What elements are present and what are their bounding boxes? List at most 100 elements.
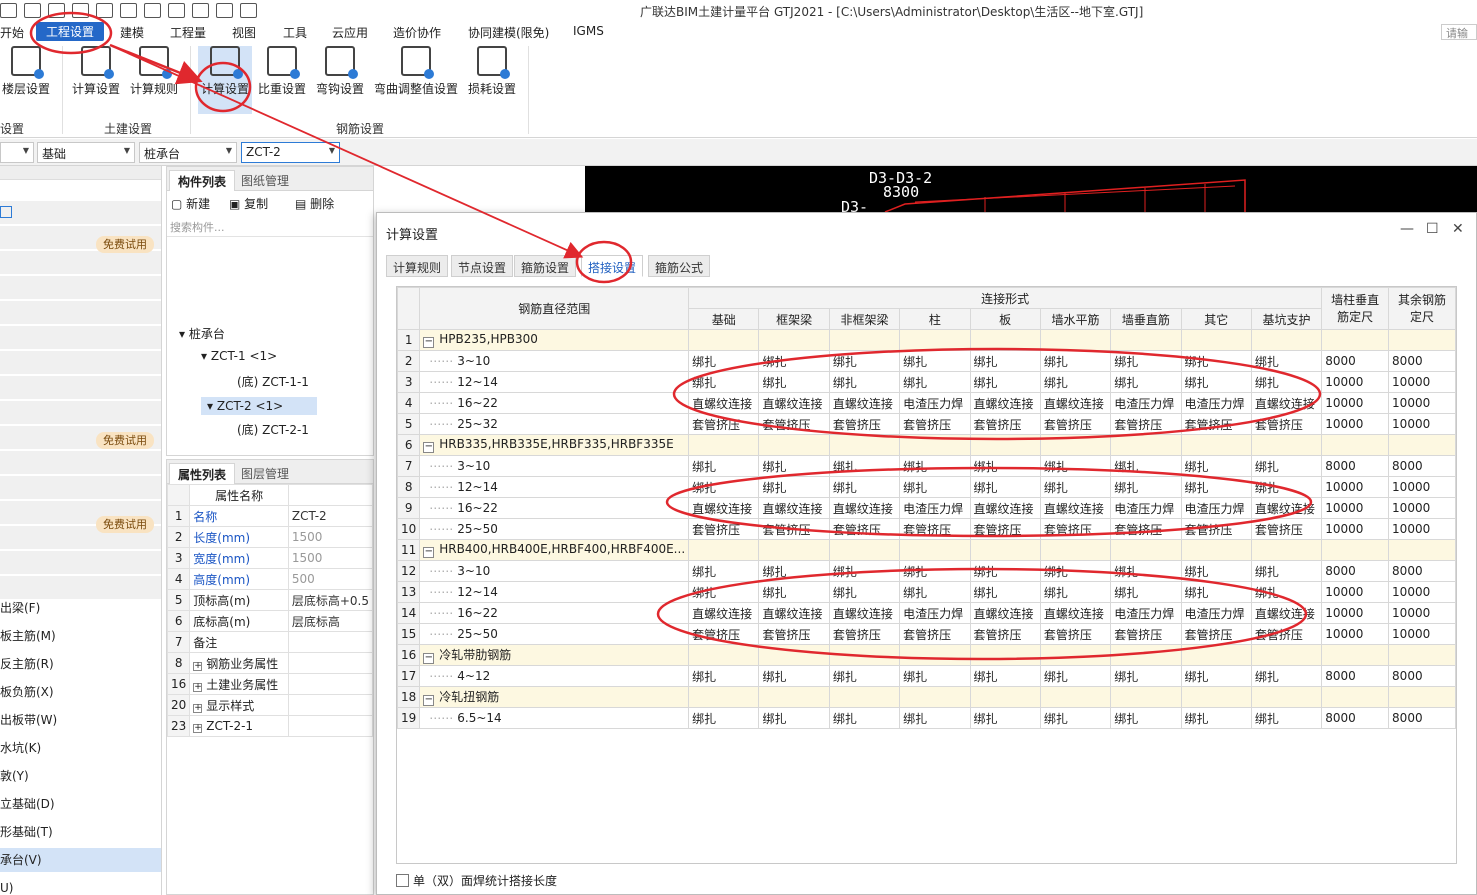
grid-cell[interactable]: 绑扎 (828, 581, 901, 603)
sum-icon[interactable] (120, 3, 137, 18)
diameter-row[interactable]: 9 ⋯⋯ 16~22 直螺纹连接 直螺纹连接 直螺纹连接 电渣压力焊 直螺纹连接 直螺纹连接 电渣… (397, 497, 1456, 519)
grid-cell[interactable]: 10000 (1388, 392, 1456, 414)
grid-cell[interactable]: 绑扎 (758, 371, 830, 393)
open-file-icon[interactable] (24, 3, 41, 18)
left-nav-bar-2[interactable] (0, 251, 161, 275)
menu-2[interactable]: 建模 (120, 24, 144, 41)
selector-2[interactable]: 桩承台 ▼ (139, 142, 237, 163)
left-nav-bar-11[interactable] (0, 476, 161, 500)
left-nav-bar-0[interactable] (0, 201, 161, 225)
grid-cell[interactable] (899, 329, 971, 351)
grid-cell[interactable] (758, 434, 830, 456)
menu-7[interactable]: 造价协作 (393, 24, 441, 41)
left-nav-bar-7[interactable] (0, 376, 161, 400)
grid-cell[interactable]: 绑扎 (969, 476, 1041, 498)
collapse-icon[interactable]: − (423, 653, 435, 664)
grid-cell[interactable] (1388, 539, 1456, 561)
grid-cell[interactable]: 绑扎 (1039, 455, 1112, 477)
grid-cell[interactable] (1388, 644, 1456, 666)
save-icon[interactable] (48, 3, 65, 18)
grid-cell[interactable] (1039, 434, 1112, 456)
grid-cell[interactable] (1039, 539, 1112, 561)
property-row-name[interactable]: 高度(mm) (189, 568, 289, 590)
grid-cell[interactable]: 绑扎 (1250, 350, 1323, 372)
grid-cell[interactable]: 直螺纹连接 (1250, 497, 1323, 519)
row-label-cell[interactable]: ⋯⋯ 3~10 (419, 455, 690, 477)
grid-cell[interactable]: 绑扎 (758, 581, 830, 603)
grid-cell[interactable]: 绑扎 (899, 350, 971, 372)
grid-cell[interactable]: 8000 (1388, 665, 1456, 687)
grid-cell[interactable]: 绑扎 (688, 560, 760, 582)
diameter-row[interactable]: 7 ⋯⋯ 3~10 绑扎 绑扎 绑扎 绑扎 绑扎 绑扎 绑扎 绑扎 绑扎 8000 8000 (397, 455, 1456, 477)
chevron-down-icon[interactable]: ▾ (201, 349, 211, 363)
grid-cell[interactable]: 直螺纹连接 (758, 392, 830, 414)
diameter-row[interactable]: 17 ⋯⋯ 4~12 绑扎 绑扎 绑扎 绑扎 绑扎 绑扎 绑扎 绑扎 绑扎 8000 8000 (397, 665, 1456, 687)
grid-cell[interactable]: 绑扎 (828, 476, 901, 498)
grid-cell[interactable] (969, 329, 1041, 351)
row-label-cell[interactable]: − 冷轧带肋钢筋 (419, 644, 690, 666)
collapse-icon[interactable]: − (423, 337, 435, 348)
row-label-cell[interactable]: ⋯⋯ 25~50 (419, 518, 690, 540)
row-label-cell[interactable]: ⋯⋯ 4~12 (419, 665, 690, 687)
grid-cell[interactable]: 电渣压力焊 (1110, 392, 1182, 414)
chevron-down-icon[interactable]: ▾ (207, 399, 217, 413)
grid-cell[interactable] (688, 434, 760, 456)
tree-node-1[interactable]: ▾ ZCT-1 <1> (201, 349, 277, 363)
grid-cell[interactable]: 8000 (1388, 560, 1456, 582)
property-row-name[interactable]: 底标高(m) (189, 610, 289, 632)
tab-property-list[interactable]: 属性列表 (169, 463, 236, 484)
grid-cell[interactable]: 8000 (1321, 455, 1390, 477)
grid-cell[interactable]: 直螺纹连接 (1039, 497, 1112, 519)
grid-cell[interactable]: 绑扎 (688, 476, 760, 498)
ribbon-button-3[interactable]: 计算设置 (198, 46, 253, 114)
grid-cell[interactable]: 8000 (1388, 707, 1456, 729)
grid-cell[interactable]: 绑扎 (899, 476, 971, 498)
grid-cell[interactable] (1039, 644, 1112, 666)
grid-cell[interactable]: 8000 (1321, 707, 1390, 729)
export-icon[interactable] (240, 3, 257, 18)
grid-cell[interactable]: 绑扎 (828, 350, 901, 372)
expand-icon[interactable]: + (193, 682, 203, 692)
grid-cell[interactable]: 套管挤压 (828, 413, 901, 435)
grid-cell[interactable]: 套管挤压 (1110, 623, 1182, 645)
menu-1[interactable]: 工程设置 (36, 22, 105, 41)
grid-cell[interactable]: 绑扎 (1110, 350, 1182, 372)
grid-cell[interactable]: 8000 (1321, 350, 1390, 372)
grid-cell[interactable]: 绑扎 (758, 665, 830, 687)
menu-8[interactable]: 协同建模(限免) (468, 24, 549, 41)
tab-layer-management[interactable]: 图层管理 (233, 463, 297, 484)
diameter-row[interactable]: 10 ⋯⋯ 25~50 套管挤压 套管挤压 套管挤压 套管挤压 套管挤压 套管挤压 套管挤压 套管挤… (397, 518, 1456, 540)
grid-cell[interactable] (828, 329, 901, 351)
close-icon[interactable]: ✕ (1452, 221, 1464, 237)
expand-icon[interactable]: + (193, 661, 203, 671)
left-nav-item-6[interactable]: 敦(Y) (0, 764, 161, 788)
menu-5[interactable]: 工具 (283, 24, 307, 41)
grid-cell[interactable]: 绑扎 (1250, 581, 1323, 603)
left-nav-item-2[interactable]: 反主筋(R) (0, 652, 161, 676)
property-row[interactable]: 20 + 显示样式 (166, 694, 374, 716)
minimize-icon[interactable]: — (1400, 221, 1414, 237)
grid-cell[interactable]: 电渣压力焊 (1180, 497, 1252, 519)
weld-lap-checkbox-row[interactable]: 单（双）面焊统计搭接长度 (396, 872, 557, 889)
grid-cell[interactable]: 10000 (1321, 623, 1390, 645)
grid-cell[interactable]: 10000 (1321, 392, 1390, 414)
left-nav-item-9[interactable]: 承台(V) (0, 848, 161, 872)
grid-cell[interactable] (1110, 686, 1182, 708)
tree-node-4[interactable]: (底) ZCT-2-1 (237, 421, 309, 438)
property-row-value[interactable] (287, 673, 374, 695)
row-label-cell[interactable]: − HPB235,HPB300 (419, 329, 690, 351)
diameter-row[interactable]: 8 ⋯⋯ 12~14 绑扎 绑扎 绑扎 绑扎 绑扎 绑扎 绑扎 绑扎 绑扎 10000 10000 (397, 476, 1456, 498)
grid-cell[interactable] (828, 539, 901, 561)
selector-0[interactable]: ▼ (0, 142, 34, 163)
login-input[interactable]: 请输 (1441, 24, 1477, 40)
property-row-value[interactable]: 1500 (287, 547, 374, 569)
property-row[interactable]: 16 + 土建业务属性 (166, 673, 374, 695)
grid-cell[interactable]: 直螺纹连接 (969, 392, 1041, 414)
grid-cell[interactable]: 直螺纹连接 (688, 497, 760, 519)
grid-cell[interactable] (1250, 329, 1323, 351)
grid-cell[interactable]: 绑扎 (899, 707, 971, 729)
ribbon-button-7[interactable]: 损耗设置 (468, 46, 516, 97)
grid-cell[interactable]: 10000 (1388, 413, 1456, 435)
grid-cell[interactable] (1180, 329, 1252, 351)
menu-0[interactable]: 开始 (0, 24, 24, 41)
